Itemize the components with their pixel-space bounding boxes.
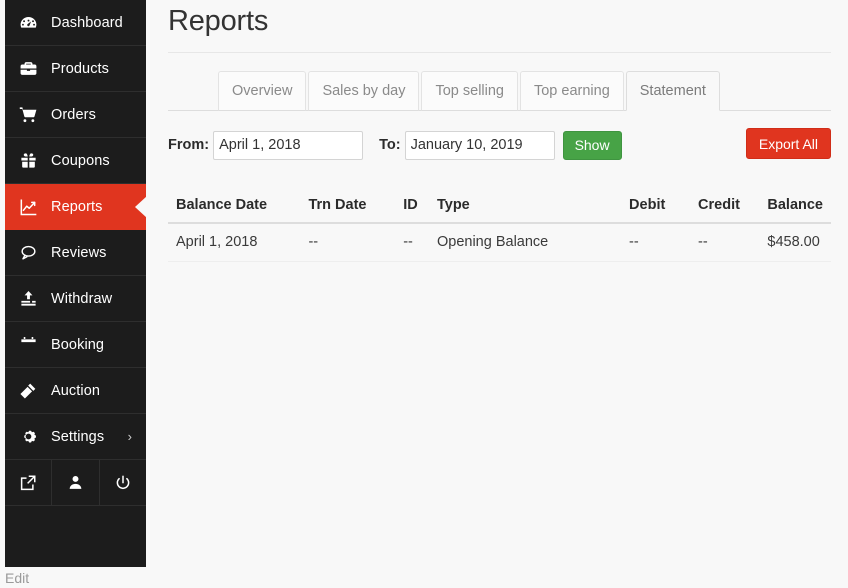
to-label: To: bbox=[379, 137, 401, 153]
line-chart-icon bbox=[5, 197, 51, 217]
user-icon[interactable] bbox=[52, 460, 100, 505]
table-header-row: Balance Date Trn Date ID Type Debit Cred… bbox=[168, 189, 831, 224]
cell-balance-date: April 1, 2018 bbox=[168, 223, 301, 262]
statement-table: Balance Date Trn Date ID Type Debit Cred… bbox=[168, 189, 831, 262]
from-date-input[interactable] bbox=[213, 130, 364, 160]
tab-top-earning[interactable]: Top earning bbox=[519, 71, 624, 111]
cell-debit: -- bbox=[621, 223, 691, 262]
app-root: Dashboard Products Orders Coupons Report bbox=[0, 0, 848, 588]
column-header-trn-date: Trn Date bbox=[300, 189, 396, 224]
page-title: Reports bbox=[168, 5, 269, 37]
sidebar-footer-icons bbox=[5, 460, 146, 506]
export-all-button[interactable]: Export All bbox=[745, 128, 831, 159]
title-divider bbox=[168, 52, 831, 53]
sidebar-item-reviews[interactable]: Reviews bbox=[5, 230, 146, 276]
sidebar-item-label: Reviews bbox=[51, 244, 107, 261]
sidebar-item-coupons[interactable]: Coupons bbox=[5, 138, 146, 184]
briefcase-icon bbox=[5, 59, 51, 78]
table-row[interactable]: April 1, 2018 -- -- Opening Balance -- -… bbox=[168, 223, 831, 262]
sidebar-item-label: Settings bbox=[51, 428, 105, 445]
sidebar-item-booking[interactable]: Booking bbox=[5, 322, 146, 368]
column-header-type: Type bbox=[428, 189, 622, 224]
table-head: Balance Date Trn Date ID Type Debit Cred… bbox=[168, 189, 831, 224]
sidebar-item-label: Dashboard bbox=[51, 14, 123, 31]
table-body: April 1, 2018 -- -- Opening Balance -- -… bbox=[168, 223, 831, 262]
column-header-balance: Balance bbox=[759, 189, 831, 224]
tab-statement[interactable]: Statement bbox=[625, 71, 720, 111]
calendar-icon bbox=[5, 335, 51, 354]
sidebar-item-label: Auction bbox=[51, 382, 101, 399]
sidebar-item-label: Reports bbox=[51, 198, 103, 215]
sidebar-item-dashboard[interactable]: Dashboard bbox=[5, 0, 146, 46]
cell-balance: $458.00 bbox=[759, 223, 831, 262]
dashboard-gauge-icon bbox=[5, 13, 51, 32]
gift-icon bbox=[5, 151, 51, 170]
sidebar: Dashboard Products Orders Coupons Report bbox=[5, 0, 147, 567]
sidebar-item-label: Products bbox=[51, 60, 110, 77]
tab-top-selling[interactable]: Top selling bbox=[421, 71, 518, 111]
sidebar-item-auction[interactable]: Auction bbox=[5, 368, 146, 414]
from-label: From: bbox=[168, 137, 210, 153]
sidebar-item-orders[interactable]: Orders bbox=[5, 92, 146, 138]
column-header-credit: Credit bbox=[690, 189, 760, 224]
tab-overview[interactable]: Overview bbox=[218, 71, 307, 111]
date-filter-bar: From: To: Show Export All bbox=[168, 128, 831, 162]
active-pointer-icon bbox=[135, 195, 147, 218]
sidebar-item-label: Booking bbox=[51, 336, 105, 353]
chevron-right-icon: › bbox=[127, 429, 132, 444]
sidebar-item-label: Coupons bbox=[51, 152, 110, 169]
power-icon[interactable] bbox=[100, 460, 146, 505]
gavel-icon bbox=[5, 381, 51, 401]
cell-credit: -- bbox=[690, 223, 760, 262]
main-content: Reports Overview Sales by day Top sellin… bbox=[168, 0, 831, 588]
sidebar-item-products[interactable]: Products bbox=[5, 46, 146, 92]
sidebar-item-label: Withdraw bbox=[51, 290, 113, 307]
sidebar-item-settings[interactable]: Settings › bbox=[5, 414, 146, 460]
upload-icon bbox=[5, 289, 51, 308]
column-header-id: ID bbox=[395, 189, 429, 224]
report-tabs: Overview Sales by day Top selling Top ea… bbox=[168, 71, 831, 111]
to-date-input[interactable] bbox=[404, 130, 555, 160]
tab-sales-by-day[interactable]: Sales by day bbox=[308, 71, 420, 111]
sidebar-item-label: Orders bbox=[51, 106, 96, 123]
cell-type: Opening Balance bbox=[428, 223, 622, 262]
sidebar-item-withdraw[interactable]: Withdraw bbox=[5, 276, 146, 322]
column-header-debit: Debit bbox=[621, 189, 691, 224]
shopping-cart-icon bbox=[5, 105, 51, 124]
show-button[interactable]: Show bbox=[562, 130, 622, 160]
cell-id: -- bbox=[395, 223, 429, 262]
sidebar-item-reports[interactable]: Reports bbox=[5, 184, 147, 230]
edit-link[interactable]: Edit bbox=[5, 570, 29, 586]
gear-icon bbox=[5, 427, 51, 446]
external-link-icon[interactable] bbox=[5, 460, 53, 505]
column-header-balance-date: Balance Date bbox=[168, 189, 301, 224]
cell-trn-date: -- bbox=[300, 223, 396, 262]
comment-icon bbox=[5, 243, 51, 262]
